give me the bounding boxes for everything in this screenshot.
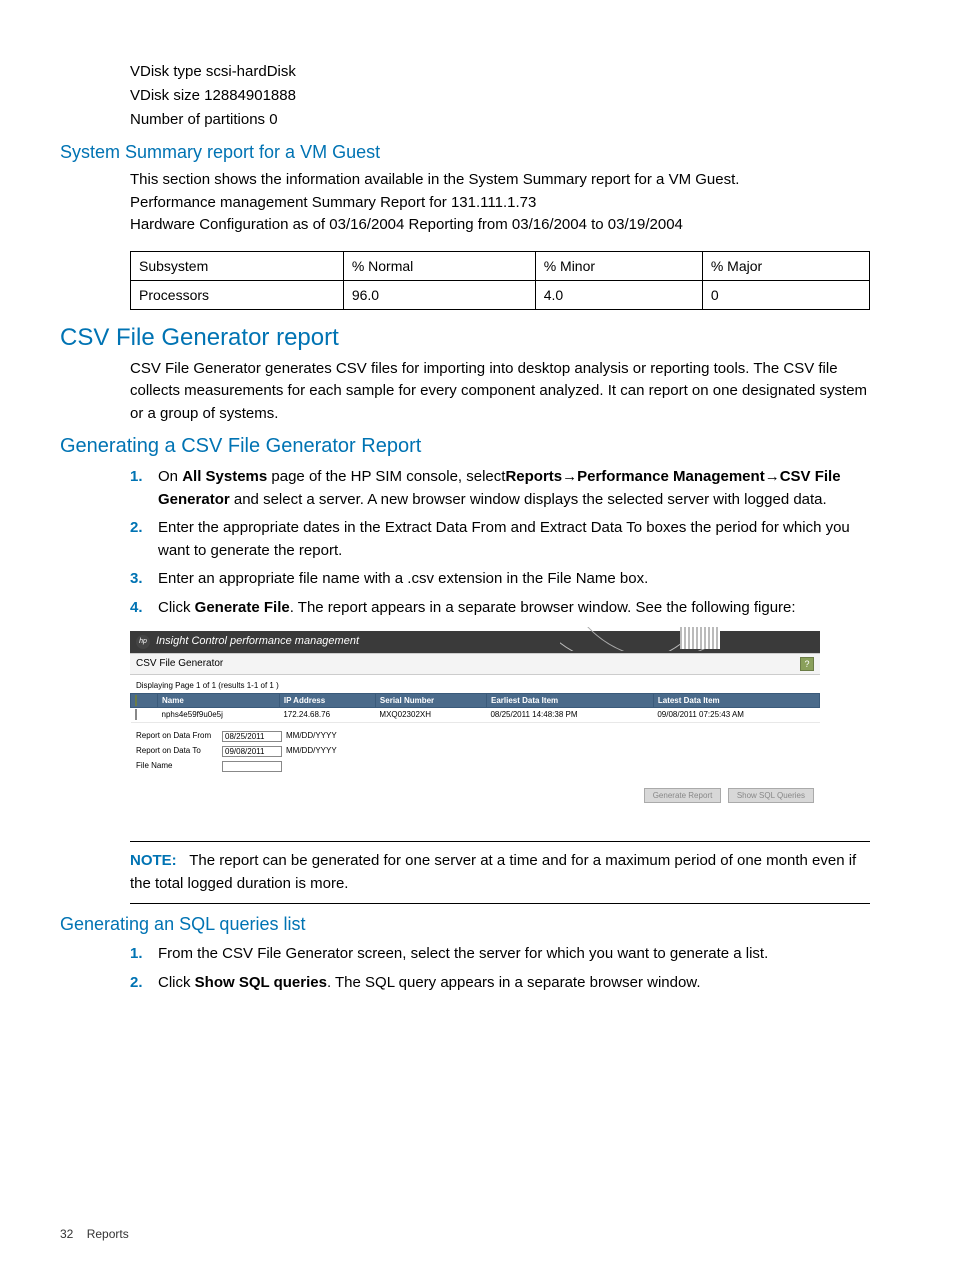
- server-row[interactable]: nphs4e59f9u0e5j 172.24.68.76 MXQ02302XH …: [131, 708, 820, 723]
- td-normal: 96.0: [343, 280, 535, 309]
- server-table: Name IP Address Serial Number Earliest D…: [130, 693, 820, 723]
- th-name[interactable]: Name: [158, 693, 280, 708]
- sys-summary-p1: This section shows the information avail…: [130, 169, 874, 192]
- sys-summary-p2: Performance management Summary Report fo…: [130, 192, 874, 215]
- server-table-header: Name IP Address Serial Number Earliest D…: [131, 693, 820, 708]
- vdisk-type: VDisk type scsi-hardDisk: [130, 60, 874, 84]
- from-format-hint: MM/DD/YYYY: [286, 731, 337, 741]
- csv-report-heading: CSV File Generator report: [60, 324, 874, 352]
- page-number: 32: [60, 1227, 73, 1241]
- vdisk-partitions: Number of partitions 0: [130, 108, 874, 132]
- step-body: Click Generate File. The report appears …: [158, 597, 874, 620]
- step-num: 3.: [130, 568, 158, 591]
- step-1: 1. From the CSV File Generator screen, s…: [130, 943, 874, 966]
- th-major: % Major: [702, 251, 869, 280]
- step-num: 2.: [130, 517, 158, 562]
- step-2: 2. Enter the appropriate dates in the Ex…: [130, 517, 874, 562]
- th-serial[interactable]: Serial Number: [375, 693, 486, 708]
- sql-queries-heading: Generating an SQL queries list: [60, 914, 874, 935]
- page-title-bar: CSV File Generator ?: [130, 653, 820, 675]
- to-label: Report on Data To: [136, 746, 218, 756]
- csv-steps: 1. On All Systems page of the HP SIM con…: [130, 466, 874, 619]
- th-normal: % Normal: [343, 251, 535, 280]
- show-sql-button[interactable]: Show SQL Queries: [728, 788, 814, 804]
- th-latest[interactable]: Latest Data Item: [653, 693, 819, 708]
- generating-csv-heading: Generating a CSV File Generator Report: [60, 435, 874, 458]
- cell-name: nphs4e59f9u0e5j: [158, 708, 280, 723]
- step-body: On All Systems page of the HP SIM consol…: [158, 466, 874, 511]
- to-format-hint: MM/DD/YYYY: [286, 746, 337, 756]
- system-summary-heading: System Summary report for a VM Guest: [60, 142, 874, 163]
- vdisk-info: VDisk type scsi-hardDisk VDisk size 1288…: [130, 60, 874, 132]
- cell-latest: 09/08/2011 07:25:43 AM: [653, 708, 819, 723]
- footer-section: Reports: [87, 1227, 129, 1241]
- page-title: CSV File Generator: [136, 658, 223, 670]
- step-num: 1.: [130, 943, 158, 966]
- csv-generator-figure: hp Insight Control performance managemen…: [130, 631, 820, 811]
- app-banner: hp Insight Control performance managemen…: [130, 631, 820, 653]
- step-num: 4.: [130, 597, 158, 620]
- select-all-icon[interactable]: [135, 695, 137, 706]
- th-minor: % Minor: [535, 251, 702, 280]
- step-body: Enter an appropriate file name with a .c…: [158, 568, 874, 591]
- vdisk-size: VDisk size 12884901888: [130, 84, 874, 108]
- hp-logo-icon: hp: [136, 635, 150, 649]
- note-text: The report can be generated for one serv…: [130, 852, 856, 892]
- generate-report-button[interactable]: Generate Report: [644, 788, 722, 804]
- step-num: 2.: [130, 972, 158, 995]
- td-subsystem: Processors: [131, 280, 344, 309]
- note-label: NOTE:: [130, 852, 177, 869]
- step-2: 2. Click Show SQL queries. The SQL query…: [130, 972, 874, 995]
- th-subsystem: Subsystem: [131, 251, 344, 280]
- help-icon[interactable]: ?: [800, 657, 814, 671]
- th-select-all[interactable]: [131, 693, 158, 708]
- system-summary-body: This section shows the information avail…: [130, 169, 874, 237]
- result-count-bar: Displaying Page 1 of 1 (results 1-1 of 1…: [130, 675, 820, 693]
- sys-summary-p3: Hardware Configuration as of 03/16/2004 …: [130, 214, 874, 237]
- step-body: Click Show SQL queries. The SQL query ap…: [158, 972, 874, 995]
- note-top-rule: [130, 841, 870, 842]
- row-checkbox[interactable]: [135, 709, 137, 720]
- th-ip[interactable]: IP Address: [279, 693, 375, 708]
- step-num: 1.: [130, 466, 158, 511]
- from-date-input[interactable]: [222, 731, 282, 742]
- filename-label: File Name: [136, 761, 218, 771]
- sql-steps: 1. From the CSV File Generator screen, s…: [130, 943, 874, 994]
- to-date-input[interactable]: [222, 746, 282, 757]
- td-minor: 4.0: [535, 280, 702, 309]
- step-body: Enter the appropriate dates in the Extra…: [158, 517, 874, 562]
- th-earliest[interactable]: Earliest Data Item: [486, 693, 653, 708]
- step-body: From the CSV File Generator screen, sele…: [158, 943, 874, 966]
- table-row: Processors 96.0 4.0 0: [131, 280, 870, 309]
- table-header-row: Subsystem % Normal % Minor % Major: [131, 251, 870, 280]
- subsystem-table: Subsystem % Normal % Minor % Major Proce…: [130, 251, 870, 310]
- banner-decor: [560, 627, 720, 651]
- cell-earliest: 08/25/2011 14:48:38 PM: [486, 708, 653, 723]
- step-4: 4. Click Generate File. The report appea…: [130, 597, 874, 620]
- cell-serial: MXQ02302XH: [375, 708, 486, 723]
- button-row: Generate Report Show SQL Queries: [130, 784, 820, 812]
- step-1: 1. On All Systems page of the HP SIM con…: [130, 466, 874, 511]
- note-bottom-rule: [130, 903, 870, 904]
- csv-report-desc: CSV File Generator generates CSV files f…: [130, 358, 874, 426]
- page-footer: 32 Reports: [60, 1227, 129, 1241]
- app-banner-title: Insight Control performance management: [156, 635, 359, 648]
- report-form: Report on Data From MM/DD/YYYY Report on…: [130, 723, 820, 784]
- from-label: Report on Data From: [136, 731, 218, 741]
- filename-input[interactable]: [222, 761, 282, 772]
- note-block: NOTE: The report can be generated for on…: [130, 850, 870, 895]
- cell-ip: 172.24.68.76: [279, 708, 375, 723]
- td-major: 0: [702, 280, 869, 309]
- step-3: 3. Enter an appropriate file name with a…: [130, 568, 874, 591]
